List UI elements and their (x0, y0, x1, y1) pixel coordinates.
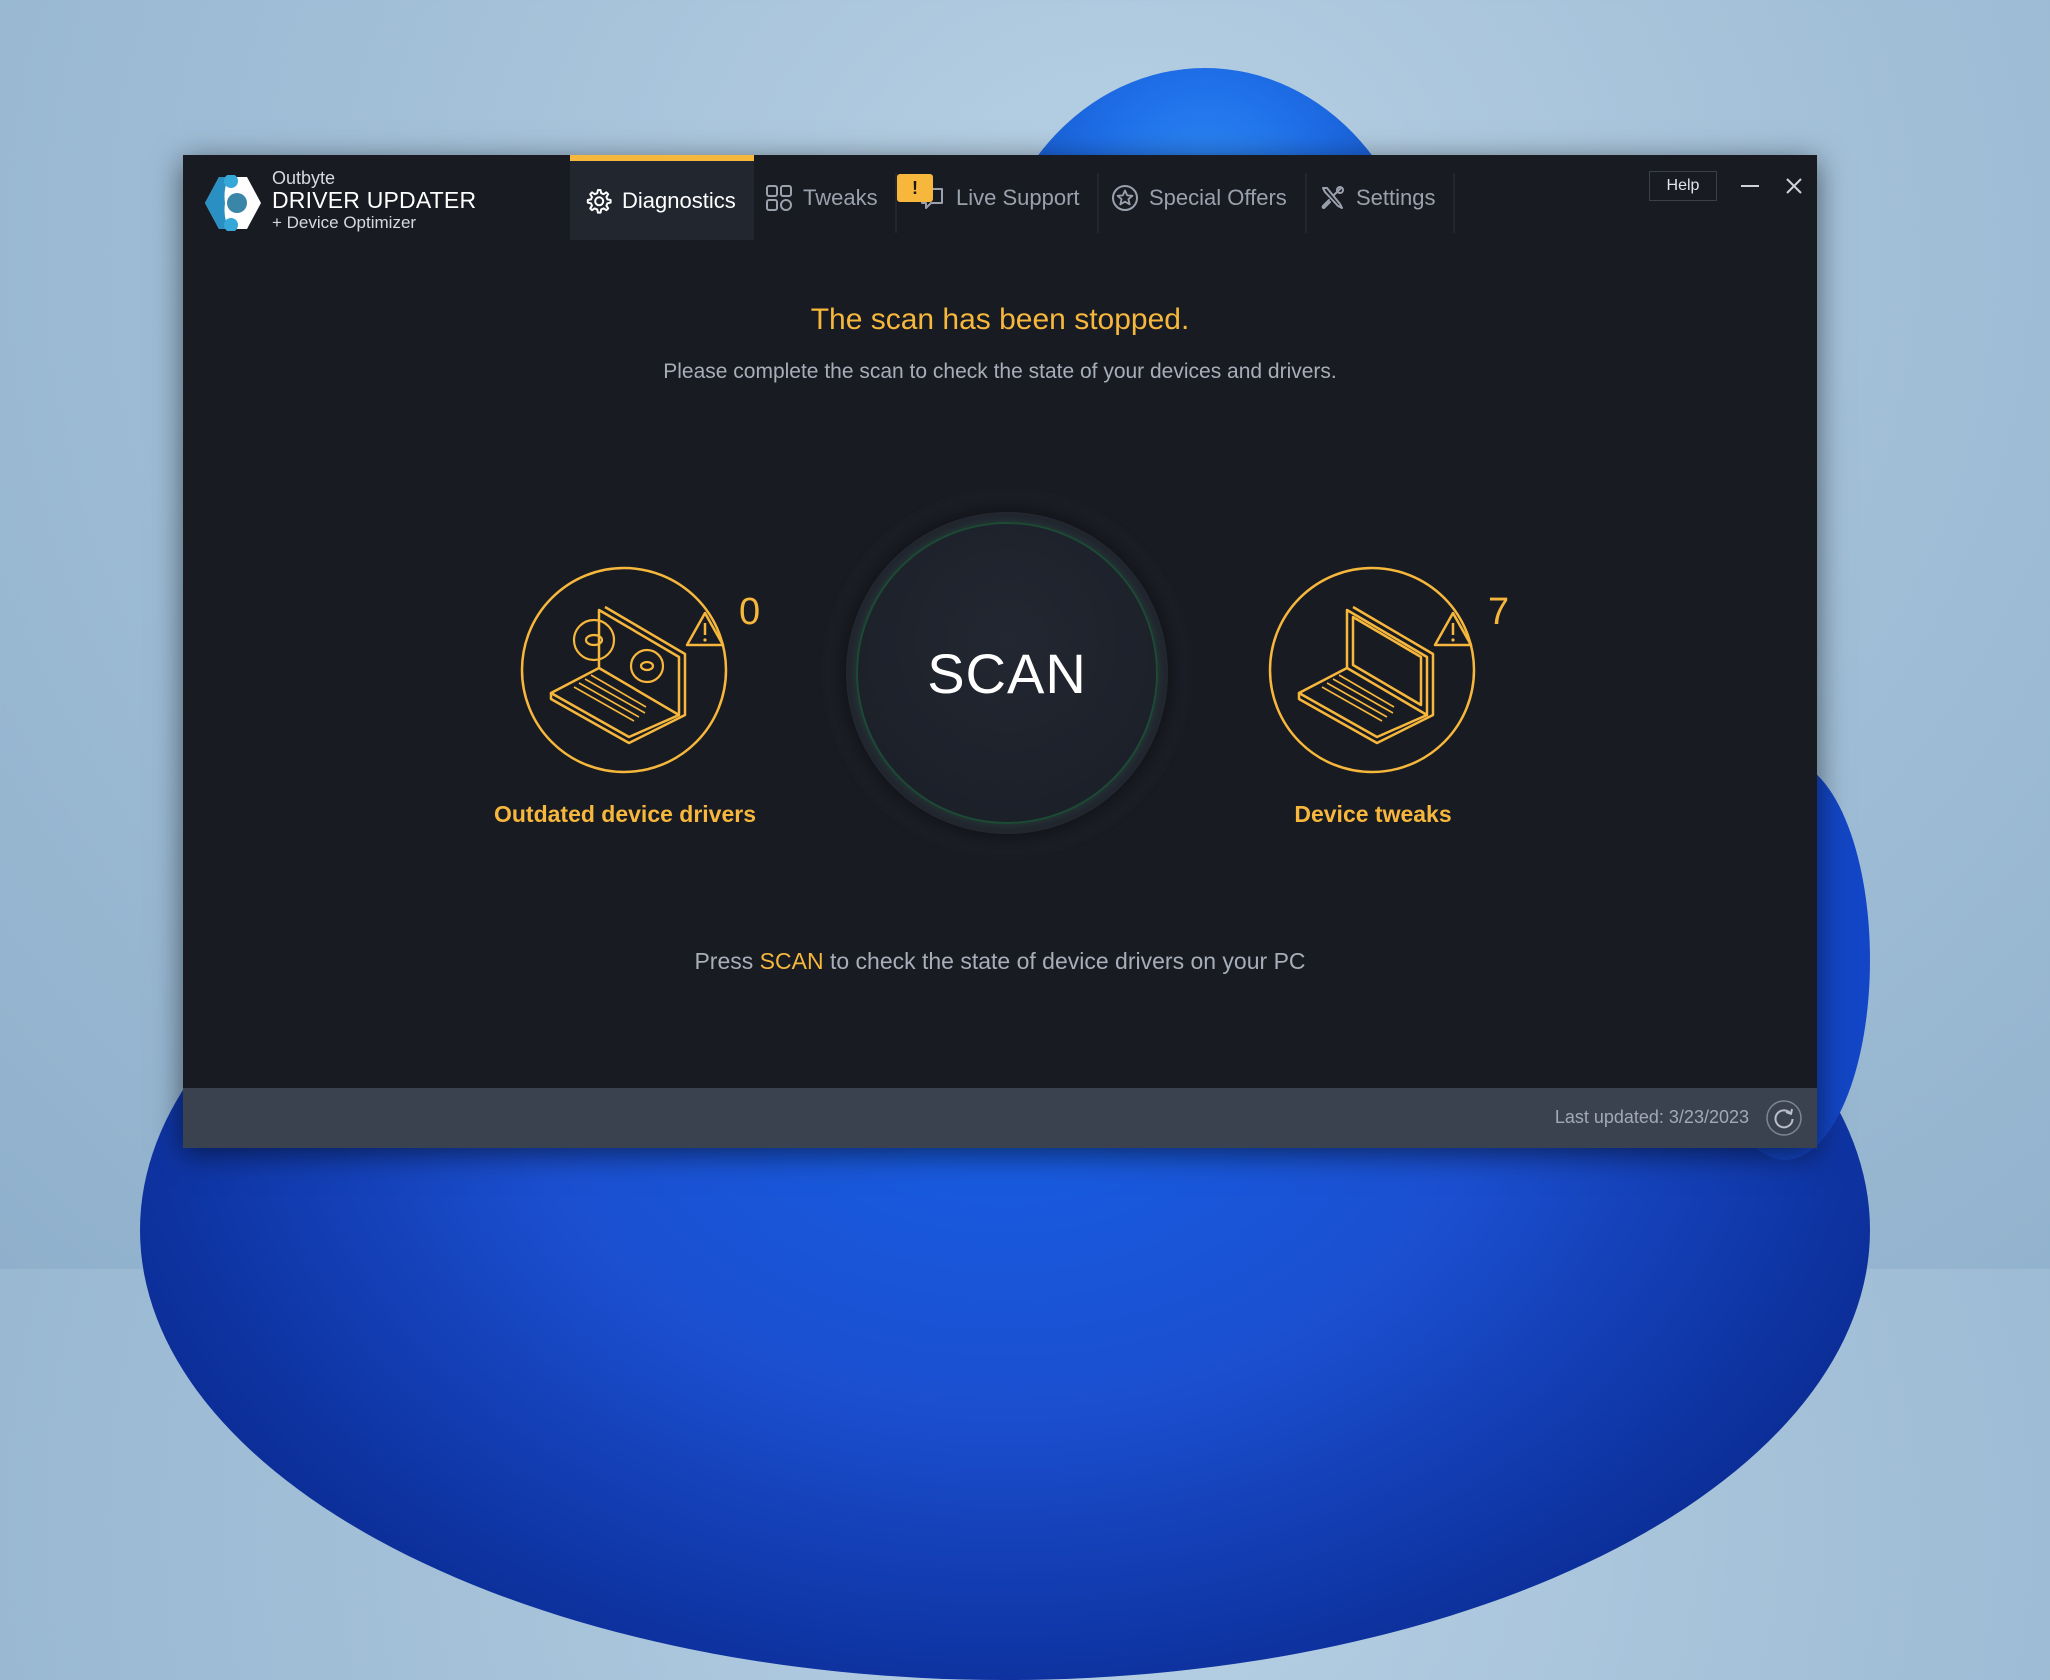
minimize-icon[interactable] (1735, 171, 1765, 201)
laptop-icon (1268, 566, 1476, 774)
scan-hint: Press SCAN to check the state of device … (183, 948, 1817, 975)
tab-label: Settings (1356, 184, 1436, 210)
tab-live-support[interactable]: Live Support (918, 155, 1098, 240)
tab-separator (1453, 173, 1455, 233)
gear-icon (586, 188, 612, 214)
brand: Outbyte DRIVER UPDATER + Device Optimize… (272, 168, 476, 234)
tab-label: Live Support (956, 184, 1080, 210)
header: Outbyte DRIVER UPDATER + Device Optimize… (183, 155, 1817, 240)
help-button[interactable]: Help (1649, 171, 1717, 201)
scan-status-subtitle: Please complete the scan to check the st… (663, 360, 1337, 383)
device-tweaks-stat[interactable] (1267, 565, 1477, 775)
refresh-icon[interactable] (1765, 1099, 1803, 1137)
outdated-drivers-label[interactable]: Outdated device drivers (425, 801, 825, 828)
close-icon[interactable] (1779, 171, 1809, 201)
tab-label: Special Offers (1149, 184, 1287, 210)
scan-button[interactable]: SCAN (846, 512, 1168, 834)
tab-label: Tweaks (803, 184, 878, 210)
scan-status-heading: The scan has been stopped. (810, 303, 1190, 336)
brand-product: DRIVER UPDATER (272, 187, 477, 213)
tab-label: Diagnostics (622, 187, 736, 213)
outdated-drivers-count: 0 (739, 591, 761, 633)
tab-separator (1305, 173, 1307, 233)
app-window: Outbyte DRIVER UPDATER + Device Optimize… (183, 155, 1817, 1148)
hint-scan-highlight: SCAN (759, 948, 824, 974)
tab-diagnostics[interactable]: Diagnostics (570, 155, 754, 240)
last-updated-text: Last updated: 3/23/2023 (1554, 1107, 1749, 1127)
brand-company: Outbyte (272, 168, 336, 188)
wrench-screwdriver-icon (1321, 185, 1344, 209)
star-icon (1112, 184, 1138, 211)
laptop-gears-icon (520, 566, 728, 774)
outdated-drivers-stat[interactable] (519, 565, 729, 775)
tab-settings[interactable]: Settings (1318, 155, 1448, 240)
outbyte-logo-icon (205, 175, 261, 231)
hint-prefix: Press (694, 948, 760, 974)
notification-badge: ! (897, 174, 933, 202)
tab-special-offers[interactable]: Special Offers (1111, 155, 1301, 240)
footer: Last updated: 3/23/2023 (183, 1088, 1817, 1148)
tab-tweaks[interactable]: Tweaks (765, 155, 885, 240)
device-tweaks-count: 7 (1488, 591, 1510, 633)
scan-button-label: SCAN (927, 641, 1087, 705)
tab-separator (1097, 173, 1099, 233)
brand-subtitle: + Device Optimizer (272, 213, 417, 232)
hint-suffix: to check the state of device drivers on … (823, 948, 1306, 974)
grid-icon (766, 184, 792, 211)
device-tweaks-label[interactable]: Device tweaks (1173, 801, 1573, 828)
